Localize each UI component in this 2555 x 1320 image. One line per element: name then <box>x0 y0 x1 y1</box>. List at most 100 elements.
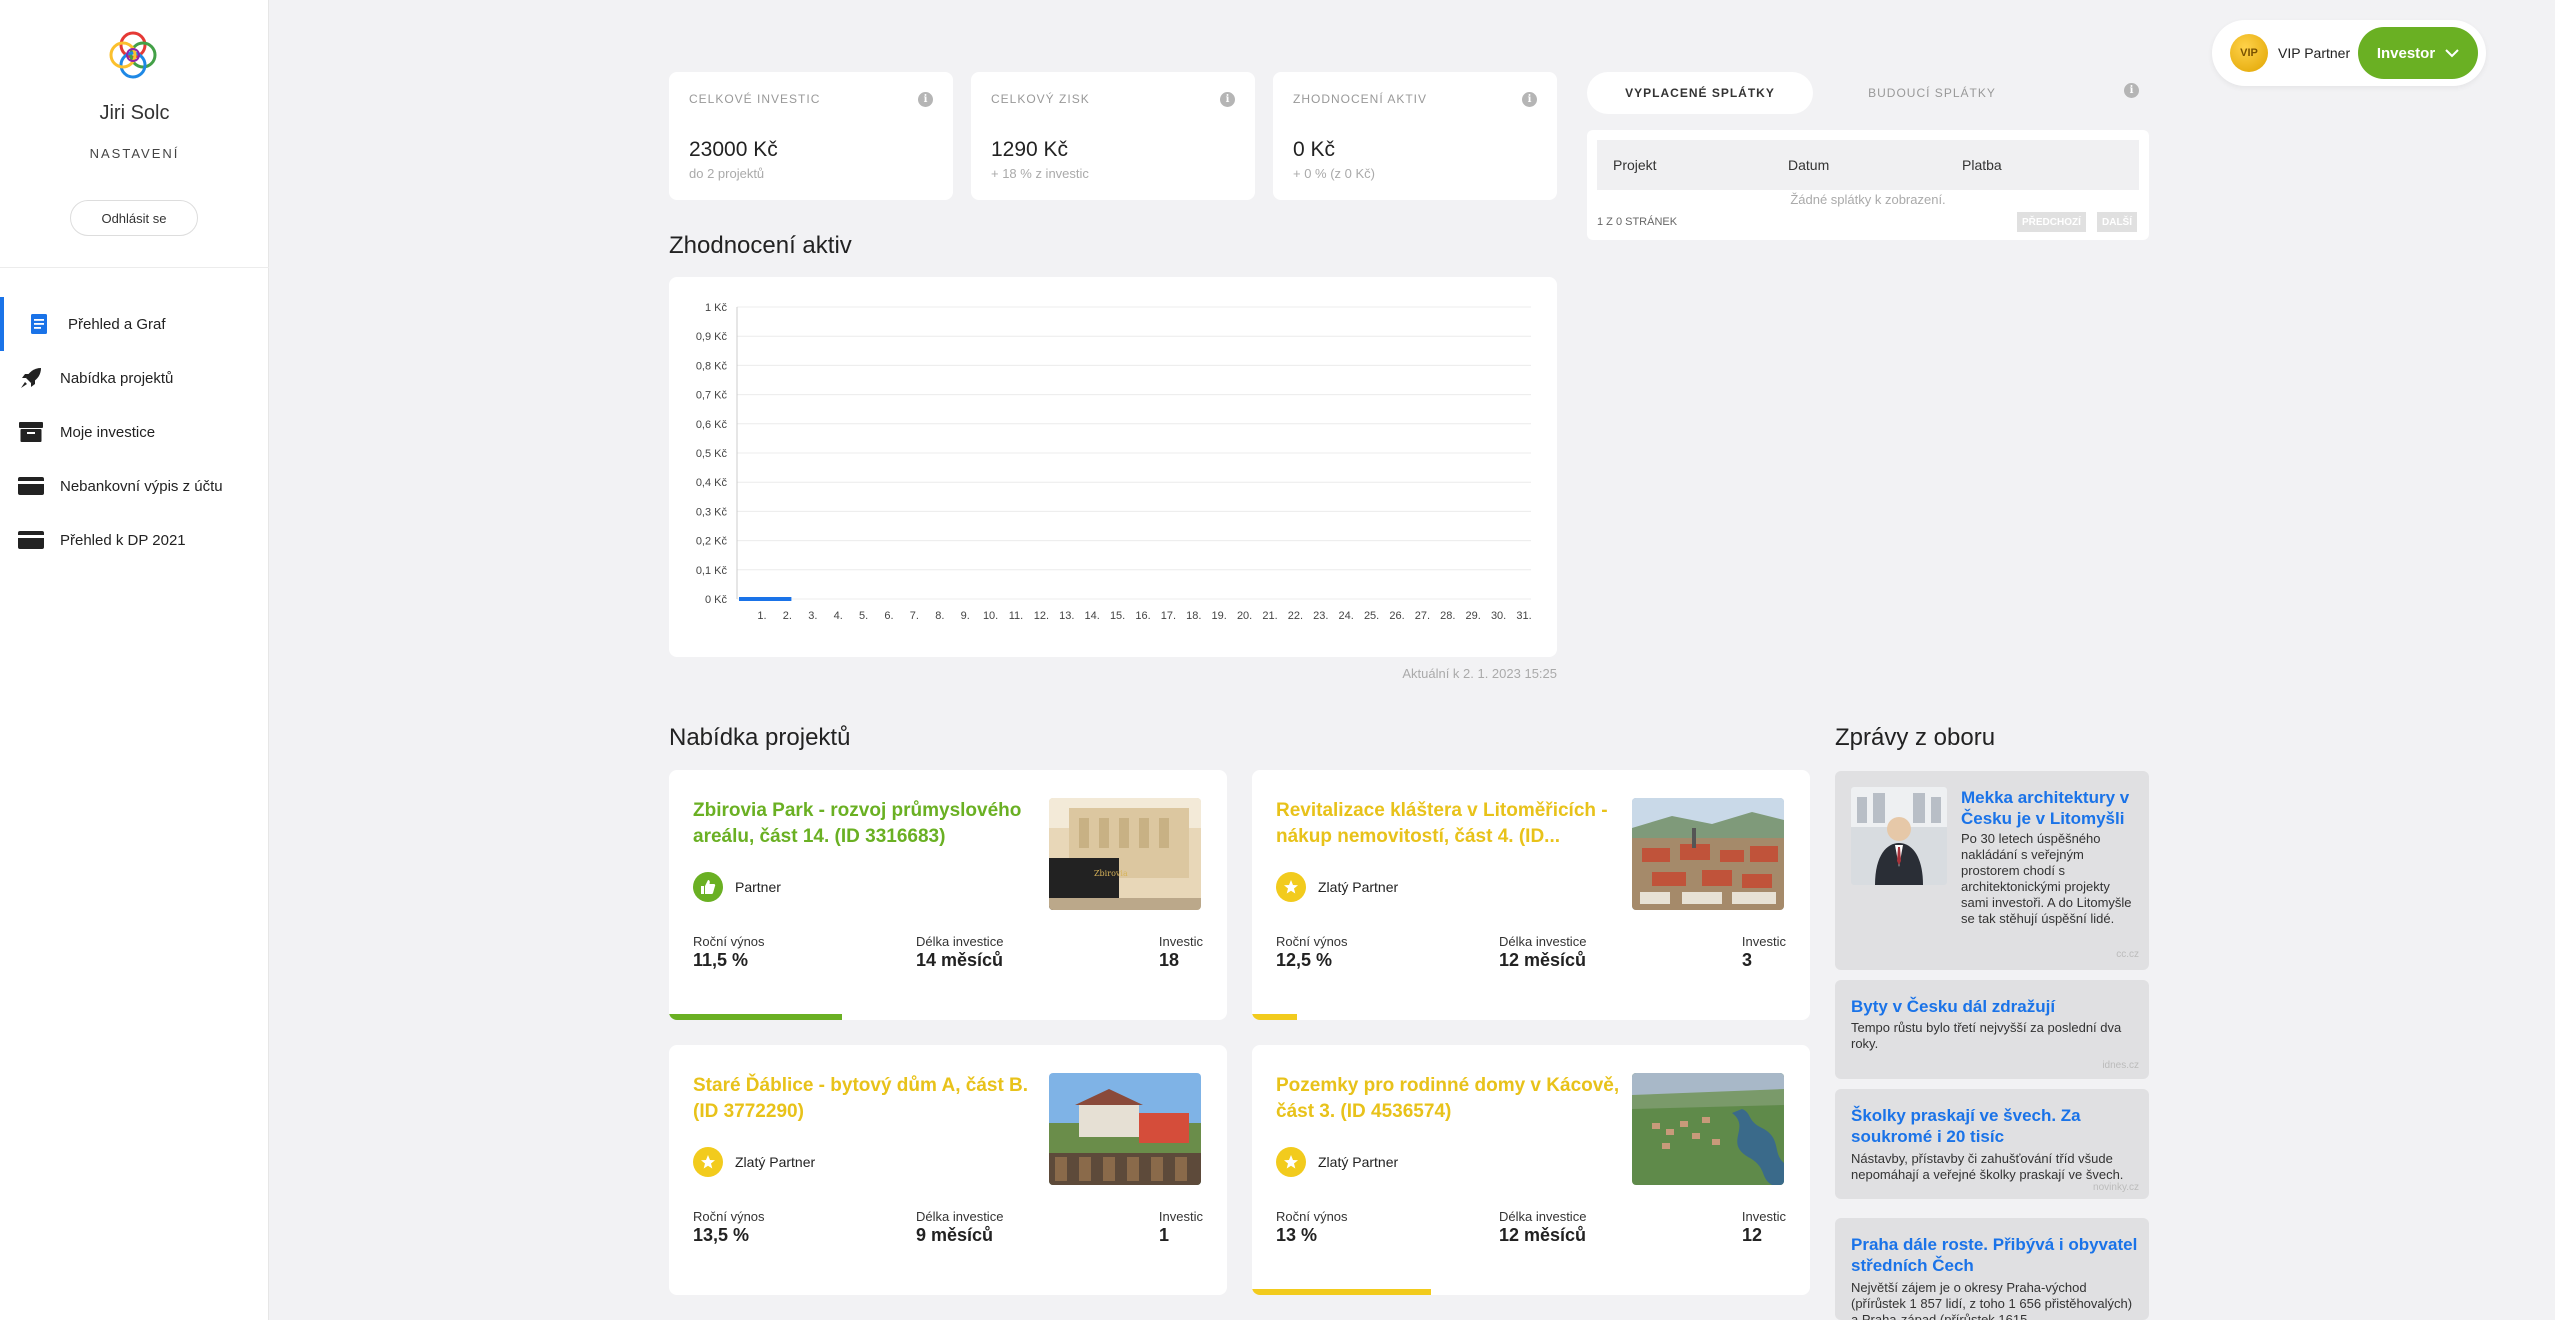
payments-table: Projekt Datum Platba Žádné splátky k zob… <box>1587 130 2149 240</box>
y-tick-label: 0,8 Kč <box>696 360 728 372</box>
info-icon[interactable]: i <box>2124 83 2139 98</box>
x-tick-label: 28. <box>1440 610 1455 622</box>
news-thumbnail <box>1851 787 1947 885</box>
column-header[interactable]: Datum <box>1788 157 1829 173</box>
nav-item-overview[interactable]: Přehled a Graf <box>0 297 269 351</box>
nav-item-tax-overview[interactable]: Přehled k DP 2021 <box>0 513 269 567</box>
news-title[interactable]: Praha dále roste. Přibývá i obyvatel stř… <box>1851 1234 2141 1276</box>
investors-label: Investic <box>1158 934 1203 949</box>
news-body: Největší zájem je o okresy Praha-východ … <box>1851 1280 2133 1320</box>
partner-badge-row: Zlatý Partner <box>1276 872 1398 902</box>
y-tick-label: 0,3 Kč <box>696 506 728 518</box>
info-icon[interactable]: i <box>1220 92 1235 107</box>
stat-card-asset-appreciation: ZHODNOCENÍ AKTIV i 0 Kč + 0 % (z 0 Kč) <box>1273 72 1557 200</box>
partner-label: Zlatý Partner <box>735 1154 816 1170</box>
logout-button[interactable]: Odhlásit se <box>70 200 198 236</box>
stat-value: 0 Kč <box>1293 138 1336 161</box>
x-tick-label: 12. <box>1034 610 1049 622</box>
stat-subtext: + 18 % z investic <box>991 166 1089 181</box>
yield-label: Roční výnos <box>693 934 765 949</box>
stat-subtext: + 0 % (z 0 Kč) <box>1293 166 1375 181</box>
nav-item-statement[interactable]: Nebankovní výpis z účtu <box>0 459 269 513</box>
column-header[interactable]: Platba <box>1962 157 2002 173</box>
news-title[interactable]: Školky praskají ve švech. Za soukromé i … <box>1851 1105 2141 1147</box>
x-tick-label: 20. <box>1237 610 1252 622</box>
project-card[interactable]: Zbirovia Park - rozvoj průmyslového areá… <box>669 770 1227 1020</box>
x-tick-label: 14. <box>1085 610 1100 622</box>
info-icon[interactable]: i <box>918 92 933 107</box>
card-icon <box>18 475 44 497</box>
column-header[interactable]: Projekt <box>1613 157 1657 173</box>
chevron-down-icon <box>2445 45 2459 62</box>
project-card[interactable]: Staré Ďáblice - bytový dům A, část B. (I… <box>669 1045 1227 1295</box>
project-card[interactable]: Pozemky pro rodinné domy v Kácově, část … <box>1252 1045 1810 1295</box>
investors-value: 12 <box>1742 1225 1763 1245</box>
stat-value: 1290 Kč <box>991 138 1069 161</box>
news-item[interactable]: Mekka architektury v Česku je v Litomyšl… <box>1835 771 2149 970</box>
vip-partner-label: VIP Partner <box>2278 45 2351 61</box>
x-tick-label: 24. <box>1339 610 1354 622</box>
project-title[interactable]: Revitalizace kláštera v Litoměřicích - n… <box>1276 798 1621 850</box>
chart-section-title: Zhodnocení aktiv <box>669 232 852 259</box>
app-logo[interactable] <box>106 28 160 82</box>
y-tick-label: 0,5 Kč <box>696 448 728 460</box>
settings-link[interactable]: NASTAVENÍ <box>0 146 269 161</box>
news-body: Nástavby, přístavby či zahušťování tříd … <box>1851 1151 2124 1182</box>
length-value: 12 měsíců <box>1499 1225 1587 1245</box>
news-source: cc.cz <box>2116 949 2139 960</box>
project-card[interactable]: Revitalizace kláštera v Litoměřicích - n… <box>1252 770 1810 1020</box>
sidebar-divider <box>0 267 269 268</box>
investor-label: Investor <box>2376 44 2436 62</box>
investors-label: Investic <box>1741 934 1786 949</box>
news-title[interactable]: Byty v Česku dál zdražují <box>1851 996 2135 1017</box>
pagination-info: 1 z 0 stránek <box>1597 216 1678 228</box>
nav-item-my-investments[interactable]: Moje investice <box>0 405 269 459</box>
tab-paid-installments[interactable]: VYPLACENÉ SPLÁTKY <box>1587 72 1813 114</box>
project-image: Zbirovia <box>1049 798 1201 910</box>
news-item[interactable]: Praha dále roste. Přibývá i obyvatel stř… <box>1835 1218 2149 1320</box>
yield-value: 13,5 % <box>693 1225 750 1245</box>
user-name: Jiri Solc <box>99 102 170 124</box>
yield-label: Roční výnos <box>1276 1209 1348 1224</box>
x-tick-label: 26. <box>1389 610 1404 622</box>
investor-dropdown-button[interactable]: Investor <box>2358 27 2478 79</box>
star-icon <box>1276 1147 1306 1177</box>
asset-chart: 0 Kč 0,1 Kč 0,2 Kč 0,3 Kč 0,4 Kč 0,5 Kč 0,6 Kč… <box>669 277 1557 657</box>
partner-label: Zlatý Partner <box>1318 1154 1399 1170</box>
x-tick-label: 17. <box>1161 610 1176 622</box>
project-title[interactable]: Zbirovia Park - rozvoj průmyslového areá… <box>693 798 1038 850</box>
x-tick-label: 18. <box>1186 610 1201 622</box>
partner-label: Partner <box>735 879 781 895</box>
news-body: Po 30 letech úspěšného nakládání s veřej… <box>1961 831 2132 926</box>
partner-badge-row: Zlatý Partner <box>693 1147 815 1177</box>
news-item[interactable]: Byty v Česku dál zdražují Tempo růstu by… <box>1835 980 2149 1079</box>
news-item[interactable]: Školky praskají ve švech. Za soukromé i … <box>1835 1089 2149 1199</box>
length-label: Délka investice <box>1499 1209 1587 1224</box>
x-tick-label: 5. <box>859 610 868 622</box>
yield-label: Roční výnos <box>693 1209 765 1224</box>
project-image <box>1049 1073 1201 1185</box>
investors-value: 1 <box>1159 1225 1170 1245</box>
nav-item-projects[interactable]: Nabídka projektů <box>0 351 269 405</box>
info-icon[interactable]: i <box>1522 92 1537 107</box>
news-title[interactable]: Mekka architektury v Česku je v Litomyšl… <box>1961 787 2133 829</box>
news-source: novinky.cz <box>2093 1182 2139 1193</box>
project-title[interactable]: Staré Ďáblice - bytový dům A, část B. (I… <box>693 1073 1038 1125</box>
thumbs-up-icon <box>693 872 723 902</box>
next-page-button[interactable]: DALŠÍ <box>2097 212 2137 232</box>
news-body: Tempo růstu bylo třetí nejvyšší za posle… <box>1851 1020 2122 1051</box>
previous-page-button[interactable]: PŘEDCHOZÍ <box>2017 212 2086 232</box>
x-tick-label: 8. <box>935 610 944 622</box>
account-switcher: VIP VIP Partner Investor <box>2212 20 2486 86</box>
nav-label: Moje investice <box>60 423 156 441</box>
length-value: 14 měsíců <box>916 950 1004 970</box>
investors-label: Investic <box>1158 1209 1203 1224</box>
tab-future-installments[interactable]: BUDOUCÍ SPLÁTKY <box>1819 72 2045 114</box>
x-tick-label: 21. <box>1262 610 1277 622</box>
x-tick-label: 16. <box>1135 610 1150 622</box>
x-tick-label: 3. <box>808 610 817 622</box>
project-title[interactable]: Pozemky pro rodinné domy v Kácově, část … <box>1276 1073 1621 1125</box>
length-label: Délka investice <box>916 934 1004 949</box>
length-value: 12 měsíců <box>1499 950 1587 970</box>
investors-value: 18 <box>1159 950 1180 970</box>
